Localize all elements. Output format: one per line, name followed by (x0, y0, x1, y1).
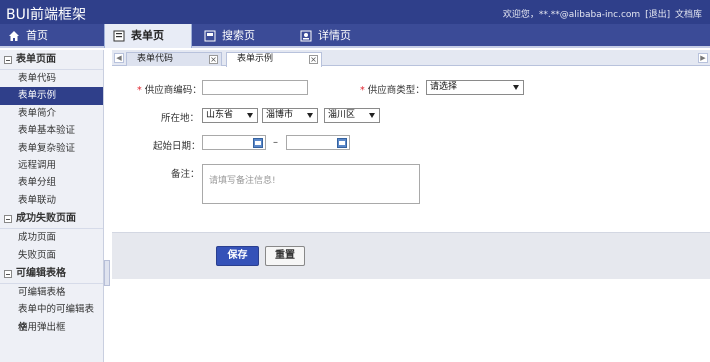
required-mark: * (360, 85, 365, 96)
supplier-type-label: * 供应商类型： (360, 82, 425, 96)
sidebar-item[interactable]: 表单中的可编辑表格 (0, 301, 103, 332)
collapse-icon (4, 215, 12, 224)
home-icon (9, 31, 19, 41)
tab-home-label: 首页 (26, 29, 48, 42)
calendar-icon[interactable] (253, 138, 263, 148)
subtab-form-example[interactable]: 表单示例 × (226, 52, 322, 67)
group-title: 可编辑表格 (16, 267, 66, 279)
supplier-code-input[interactable] (202, 80, 308, 95)
sidebar-item[interactable]: 表单复杂验证 (0, 140, 103, 157)
district-select[interactable]: 淄川区 (324, 108, 380, 123)
chevron-down-icon (513, 85, 519, 90)
select-value: 淄博市 (266, 110, 294, 120)
scroll-right-icon[interactable]: ▶ (698, 53, 708, 63)
location-label: 所在地： (161, 113, 200, 124)
save-button[interactable]: 保存 (216, 246, 259, 266)
tab-form[interactable]: 表单页 (104, 24, 192, 48)
sidebar-item[interactable]: 失败页面 (0, 247, 103, 264)
sidebar-item[interactable]: 使用弹出框 (0, 319, 103, 336)
select-value: 请选择 (430, 82, 458, 92)
tab-detail[interactable]: 详情页 (292, 24, 388, 48)
main-nav: 首页 表单页 搜索页 详情页 (0, 24, 710, 48)
close-icon[interactable]: × (209, 55, 218, 64)
user-info: 欢迎您，**.**@alibaba-inc.com [退出] 文档库 (501, 7, 702, 20)
sidebar-item[interactable]: 表单分组 (0, 174, 103, 191)
app-title: BUI前端框架 (6, 7, 86, 23)
sidebar-group-grid[interactable]: 可编辑表格 (0, 264, 103, 284)
collapse-icon (4, 56, 12, 64)
start-date-label: 起始日期： (153, 141, 201, 152)
sidebar-collapse-handle[interactable] (104, 260, 110, 286)
tab-form-label: 表单页 (131, 29, 164, 42)
end-date-input[interactable] (286, 135, 350, 150)
required-mark: * (137, 85, 142, 96)
calendar-icon[interactable] (337, 138, 347, 148)
action-bar: 保存 重置 (112, 232, 710, 279)
collapse-icon (4, 269, 12, 278)
sidebar-item[interactable]: 表单简介 (0, 105, 103, 122)
note-textarea[interactable]: 请填写备注信息! (202, 164, 420, 204)
group-title: 表单页面 (16, 54, 56, 65)
sub-tab-bar: ◀ 表单代码 × 表单示例 × ▶ (112, 50, 710, 67)
date-separator: – (273, 137, 278, 148)
subtab-label: 表单示例 (237, 54, 274, 64)
chevron-down-icon (247, 113, 253, 118)
select-value: 山东省 (206, 110, 234, 120)
chevron-down-icon (369, 113, 375, 118)
sidebar-item[interactable]: 表单基本验证 (0, 122, 103, 139)
sidebar-group-form[interactable]: 表单页面 (0, 50, 103, 70)
province-select[interactable]: 山东省 (202, 108, 258, 123)
top-bar: BUI前端框架 欢迎您，**.**@alibaba-inc.com [退出] 文… (0, 0, 710, 24)
subtab-label: 表单代码 (137, 54, 174, 64)
sidebar-item[interactable]: 成功页面 (0, 229, 103, 246)
tab-search-label: 搜索页 (222, 29, 255, 42)
sidebar: 表单页面 表单代码 表单示例 表单简介 表单基本验证 表单复杂验证 远程调用 表… (0, 50, 104, 362)
note-label: 备注： (171, 169, 200, 180)
tab-search[interactable]: 搜索页 (196, 24, 292, 48)
search-page-icon (204, 30, 216, 42)
supplier-code-label: * 供应商编码： (137, 82, 202, 96)
supplier-form: * 供应商编码： * 供应商类型： 请选择 所在地： 山东省 淄博市 淄川区 起始日… (112, 67, 710, 231)
chevron-down-icon (307, 113, 313, 118)
scroll-left-icon[interactable]: ◀ (114, 53, 124, 63)
sidebar-item[interactable]: 远程调用 (0, 157, 103, 174)
label-text: 供应商编码： (144, 85, 202, 96)
sidebar-item[interactable]: 可编辑表格 (0, 284, 103, 301)
select-value: 淄川区 (328, 110, 356, 120)
start-date-input[interactable] (202, 135, 266, 150)
label-text: 供应商类型： (367, 85, 425, 96)
city-select[interactable]: 淄博市 (262, 108, 318, 123)
tab-detail-label: 详情页 (318, 29, 351, 42)
detail-icon (300, 30, 312, 42)
form-icon (113, 30, 125, 42)
tab-home[interactable]: 首页 (0, 24, 104, 48)
welcome-text: 欢迎您，**.**@alibaba-inc.com (502, 10, 641, 20)
sidebar-item-active[interactable]: 表单示例 (0, 87, 103, 105)
close-icon[interactable]: × (309, 55, 318, 64)
docs-link[interactable]: 文档库 (675, 10, 702, 20)
logout-link[interactable]: [退出] (645, 10, 670, 20)
sidebar-item[interactable]: 表单联动 (0, 192, 103, 209)
group-title: 成功失败页面 (16, 213, 76, 225)
supplier-type-select[interactable]: 请选择 (426, 80, 524, 95)
subtab-form-code[interactable]: 表单代码 × (126, 52, 222, 66)
sidebar-group-result[interactable]: 成功失败页面 (0, 209, 103, 230)
reset-button[interactable]: 重置 (265, 246, 305, 266)
sidebar-item[interactable]: 表单代码 (0, 70, 103, 87)
